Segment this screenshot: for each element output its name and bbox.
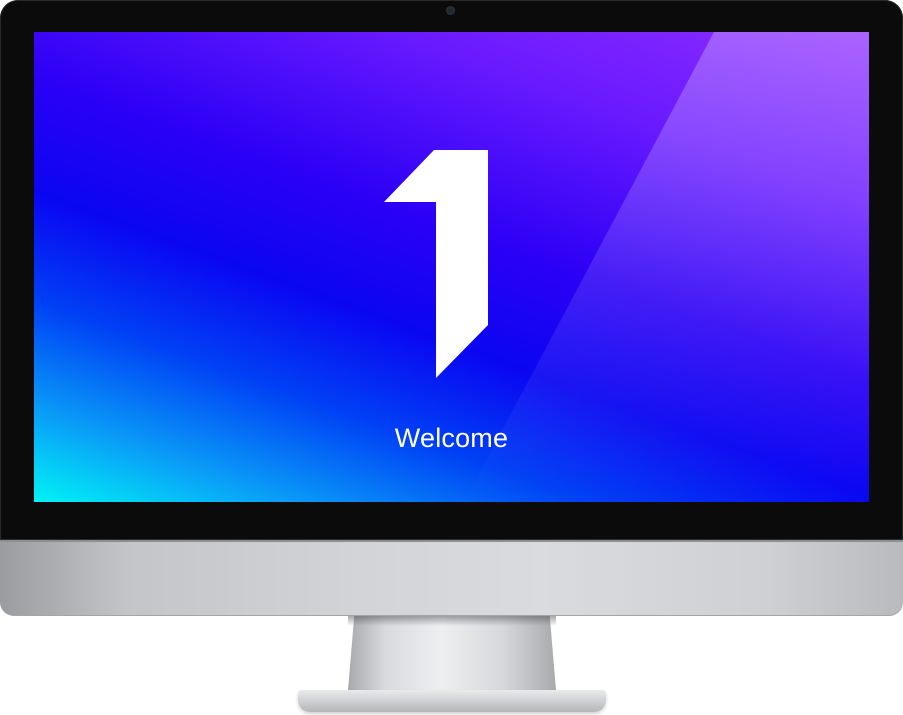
monitor-mockup: Welcome [0, 0, 903, 715]
monitor-chin [0, 540, 903, 616]
1password-logo-icon [384, 150, 488, 378]
chin-seam [0, 540, 903, 542]
camera-icon [447, 7, 454, 14]
monitor-screen: Welcome [34, 32, 869, 502]
stand-neck [348, 616, 556, 690]
stand-foot [298, 690, 606, 712]
welcome-text: Welcome [394, 423, 509, 453]
stand-neck-shadow [348, 616, 556, 626]
